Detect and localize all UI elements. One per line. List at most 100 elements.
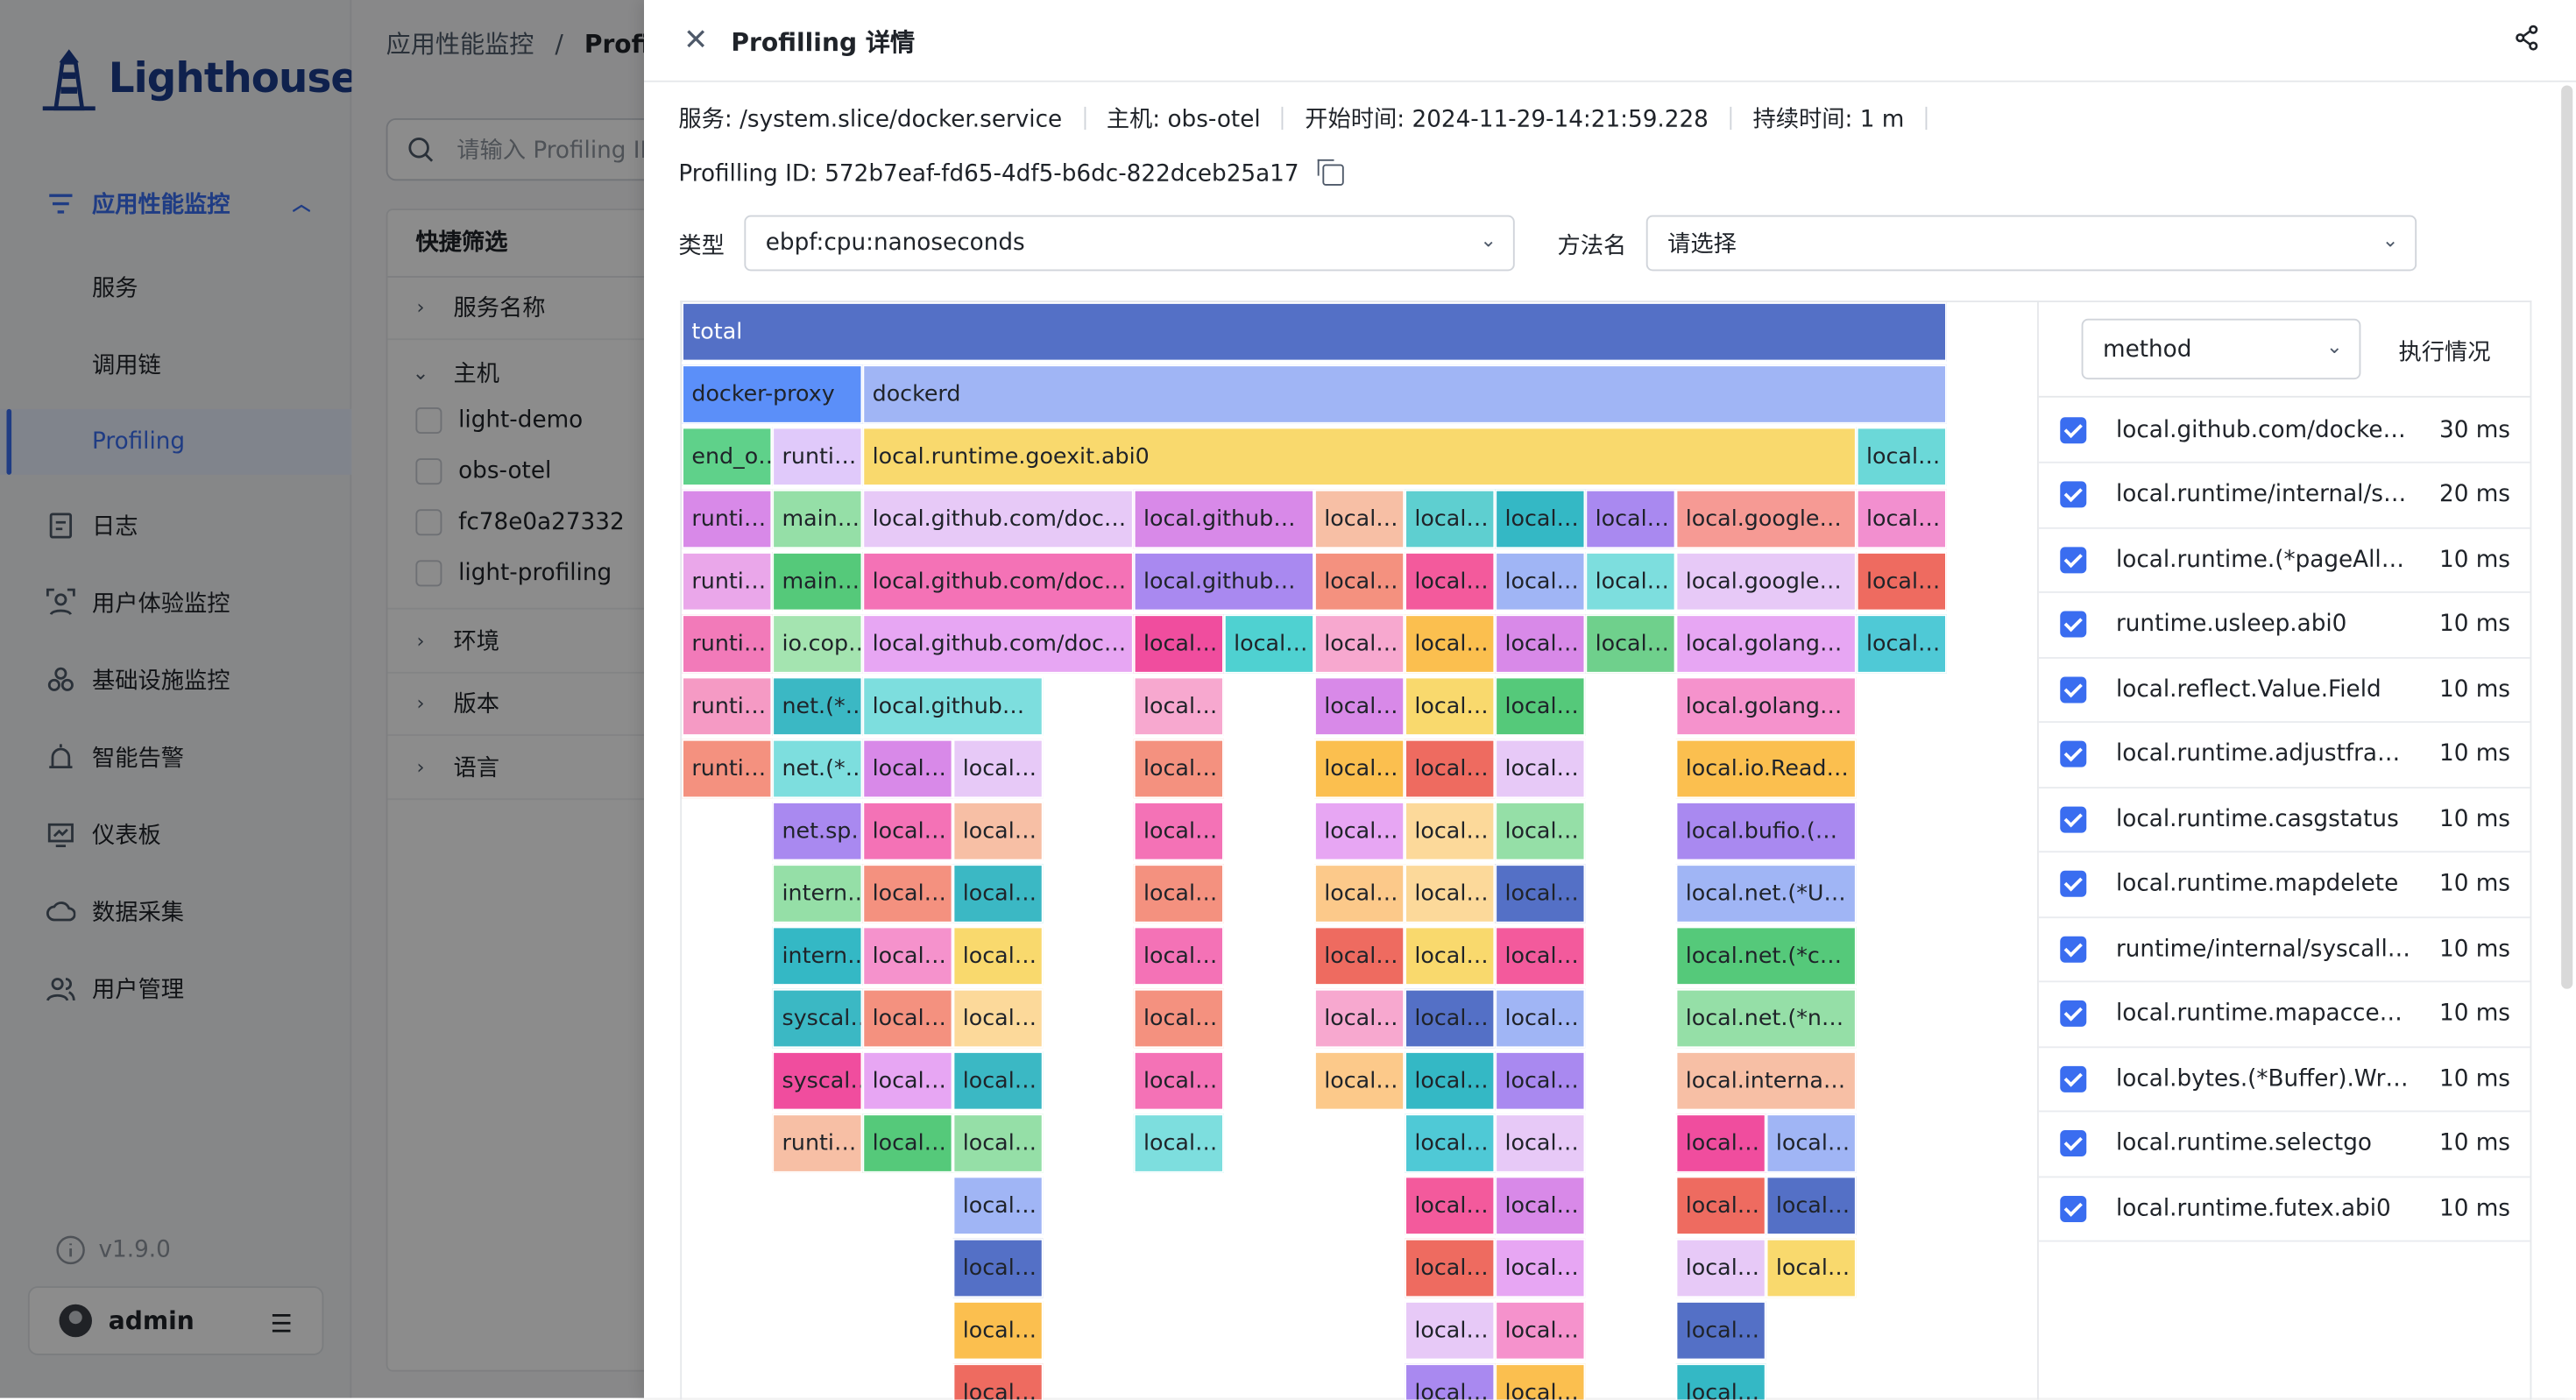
method-row[interactable]: local.bytes.(*Buffer).Write 10 ms bbox=[2038, 1046, 2530, 1113]
flame-frame[interactable]: local.google… bbox=[1675, 489, 1857, 549]
flame-frame[interactable]: local… bbox=[1495, 1301, 1586, 1361]
flame-frame[interactable]: local… bbox=[1495, 739, 1586, 799]
method-row[interactable]: local.runtime.futex.abi0 10 ms bbox=[2038, 1177, 2530, 1242]
flame-frame[interactable]: local… bbox=[1133, 926, 1224, 986]
flame-frame[interactable]: local… bbox=[1405, 676, 1496, 736]
flame-frame[interactable]: local.github… bbox=[1133, 552, 1314, 612]
flame-frame[interactable]: local… bbox=[1405, 926, 1496, 986]
flame-frame[interactable]: local… bbox=[1314, 1051, 1405, 1111]
method-row[interactable]: local.runtime.selectgo 10 ms bbox=[2038, 1111, 2530, 1177]
groupby-select[interactable]: method ⌄ bbox=[2081, 318, 2361, 380]
flame-frame[interactable]: local… bbox=[952, 926, 1044, 986]
flame-frame[interactable]: local… bbox=[1495, 1114, 1586, 1173]
flame-frame[interactable]: local… bbox=[862, 802, 953, 861]
flame-frame[interactable]: local.github… bbox=[1133, 489, 1314, 549]
flame-frame[interactable]: local… bbox=[1133, 864, 1224, 923]
flame-frame[interactable]: local… bbox=[1495, 676, 1586, 736]
flame-frame[interactable]: local… bbox=[1133, 1051, 1224, 1111]
method-checkbox[interactable] bbox=[2060, 611, 2087, 638]
method-row[interactable]: local.runtime.mapdelete 10 ms bbox=[2038, 852, 2530, 918]
flame-frame[interactable]: net.sp… bbox=[772, 802, 863, 861]
flame-frame[interactable]: local.net.(*U… bbox=[1675, 864, 1857, 923]
flame-frame[interactable]: runti… bbox=[772, 427, 863, 486]
flame-frame[interactable]: net.(*… bbox=[772, 739, 863, 799]
flame-frame[interactable]: local… bbox=[1585, 552, 1676, 612]
flame-frame[interactable]: local… bbox=[1314, 988, 1405, 1049]
flame-frame[interactable]: local… bbox=[1585, 489, 1676, 549]
flame-frame[interactable]: local.bufio.(… bbox=[1675, 802, 1857, 861]
flame-frame[interactable]: local… bbox=[1405, 614, 1496, 674]
flame-frame[interactable]: local… bbox=[1585, 614, 1676, 674]
flame-frame[interactable]: local… bbox=[1405, 1363, 1496, 1400]
method-checkbox[interactable] bbox=[2060, 1064, 2087, 1092]
flame-frame[interactable]: local… bbox=[862, 1051, 953, 1111]
flame-frame[interactable]: local… bbox=[952, 988, 1044, 1049]
close-icon[interactable]: ✕ bbox=[683, 23, 708, 57]
flame-frame[interactable]: local.golang… bbox=[1675, 676, 1857, 736]
flame-frame[interactable]: runti… bbox=[682, 614, 773, 674]
flame-frame[interactable]: local… bbox=[1405, 552, 1496, 612]
modal-mask[interactable] bbox=[0, 0, 644, 1398]
flame-frame[interactable]: local… bbox=[1133, 802, 1224, 861]
method-row[interactable]: runtime.usleep.abi0 10 ms bbox=[2038, 592, 2530, 658]
flame-frame[interactable]: local… bbox=[1405, 864, 1496, 923]
flame-frame[interactable]: local.google… bbox=[1675, 552, 1857, 612]
method-checkbox[interactable] bbox=[2060, 740, 2087, 767]
flame-frame[interactable]: local.net.(*n… bbox=[1675, 988, 1857, 1049]
flame-frame[interactable]: local… bbox=[1314, 926, 1405, 986]
flame-frame[interactable]: local… bbox=[1405, 739, 1496, 799]
flame-frame[interactable]: local… bbox=[1856, 427, 1947, 486]
flame-frame[interactable]: local… bbox=[1314, 864, 1405, 923]
flame-frame[interactable]: local… bbox=[1405, 1051, 1496, 1111]
flame-frame[interactable]: local… bbox=[1314, 489, 1405, 549]
method-row[interactable]: local.github.com/docker… 30 ms bbox=[2038, 398, 2530, 463]
flame-frame[interactable]: local… bbox=[952, 802, 1044, 861]
method-row[interactable]: local.reflect.Value.Field 10 ms bbox=[2038, 657, 2530, 723]
flame-frame[interactable]: local… bbox=[1856, 489, 1947, 549]
copy-icon[interactable] bbox=[1317, 158, 1344, 185]
flame-frame[interactable]: local.github.com/doc… bbox=[862, 614, 1134, 674]
flame-frame[interactable]: local… bbox=[952, 1051, 1044, 1111]
method-checkbox[interactable] bbox=[2060, 546, 2087, 573]
flame-frame[interactable]: local… bbox=[1675, 1238, 1766, 1298]
flame-frame[interactable]: local… bbox=[1133, 988, 1224, 1049]
drawer-scrollbar[interactable] bbox=[2561, 85, 2573, 989]
method-row[interactable]: local.runtime.adjustframe 10 ms bbox=[2038, 722, 2530, 788]
method-row[interactable]: local.runtime/internal/sy… 20 ms bbox=[2038, 463, 2530, 528]
flame-frame[interactable]: local… bbox=[1133, 614, 1224, 674]
flame-frame[interactable]: end_o… bbox=[682, 427, 773, 486]
flame-frame[interactable]: intern… bbox=[772, 926, 863, 986]
flame-frame[interactable]: local… bbox=[1495, 988, 1586, 1049]
flame-frame[interactable]: local… bbox=[1405, 1238, 1496, 1298]
flame-frame[interactable]: local… bbox=[1223, 614, 1314, 674]
method-checkbox[interactable] bbox=[2060, 416, 2087, 443]
flame-frame[interactable]: syscal… bbox=[772, 988, 863, 1049]
share-icon[interactable] bbox=[2514, 25, 2540, 51]
method-row[interactable]: local.runtime.casgstatus 10 ms bbox=[2038, 787, 2530, 853]
flame-frame[interactable]: local… bbox=[952, 1363, 1044, 1400]
flame-frame[interactable]: local… bbox=[1314, 802, 1405, 861]
flame-frame[interactable]: local… bbox=[952, 864, 1044, 923]
flame-frame[interactable]: local… bbox=[1675, 1176, 1766, 1235]
flame-frame[interactable]: local… bbox=[1495, 1176, 1586, 1235]
flame-frame[interactable]: local.github… bbox=[862, 676, 1044, 736]
flame-frame[interactable]: local… bbox=[1405, 1176, 1496, 1235]
flame-frame[interactable]: local… bbox=[1495, 489, 1586, 549]
flame-frame[interactable]: main… bbox=[772, 552, 863, 612]
flame-frame[interactable]: local.runtime.goexit.abi0 bbox=[862, 427, 1857, 486]
flame-frame[interactable]: local… bbox=[1405, 1114, 1496, 1173]
flame-frame[interactable]: local… bbox=[952, 739, 1044, 799]
flame-frame[interactable]: runti… bbox=[682, 552, 773, 612]
flame-frame[interactable]: local… bbox=[862, 926, 953, 986]
flame-frame[interactable]: local… bbox=[1314, 739, 1405, 799]
flame-frame[interactable]: local… bbox=[862, 739, 953, 799]
flame-frame[interactable]: runti… bbox=[682, 739, 773, 799]
flame-frame[interactable]: local… bbox=[1405, 802, 1496, 861]
flame-frame[interactable]: runti… bbox=[772, 1114, 863, 1173]
flame-frame[interactable]: local… bbox=[1495, 1238, 1586, 1298]
flame-frame[interactable]: docker-proxy bbox=[682, 364, 863, 424]
flame-frame[interactable]: local… bbox=[1314, 552, 1405, 612]
flame-frame[interactable]: net.(*… bbox=[772, 676, 863, 736]
method-select[interactable]: 请选择 ⌄ bbox=[1645, 215, 2417, 272]
flame-frame[interactable]: local… bbox=[1133, 676, 1224, 736]
